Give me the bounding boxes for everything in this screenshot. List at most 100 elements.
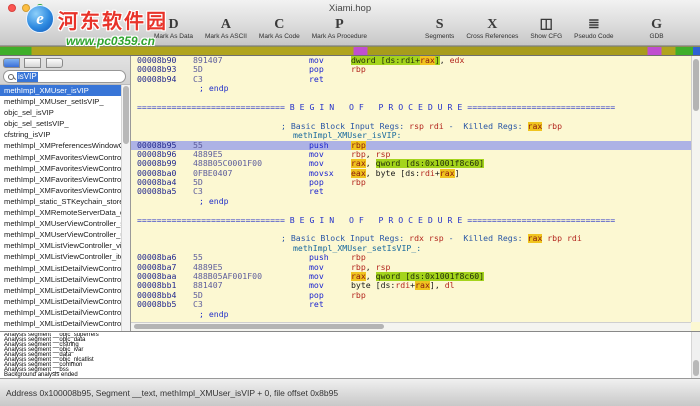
- asm-line-code[interactable]: 00008b99 488B05C0001F00 mov rax, qword [ds:…: [131, 159, 691, 169]
- close-button[interactable]: [8, 4, 16, 12]
- asm-line-code[interactable]: 00008ba7 4889E5 mov rbp, rsp: [131, 263, 691, 272]
- mark-as-ascii-button[interactable]: A Mark As ASCII: [199, 16, 253, 40]
- minimize-button[interactable]: [22, 4, 30, 12]
- analysis-log: Analysis segment __objc_superrefs Analysi…: [0, 331, 700, 378]
- sidebar-filter-segments: [0, 56, 130, 69]
- asm-bytes: 4889E5: [193, 149, 223, 159]
- asm-line-code[interactable]: 00008ba0 0FBE0407 movsx eax, byte [ds:rdi+r…: [131, 168, 691, 178]
- asm-line-code[interactable]: 00008ba4 5D pop rbp: [131, 178, 691, 187]
- asm-line-sep[interactable]: ============================== B E G I N…: [131, 103, 691, 112]
- asm-operand: rbp: [351, 140, 366, 150]
- list-item[interactable]: methImpl_XMListDetailViewController_up..…: [0, 285, 121, 296]
- asm-line-code[interactable]: 00008bb5 C3 ret: [131, 300, 691, 309]
- list-item[interactable]: methImpl_XMListDetailViewController_...: [0, 318, 121, 329]
- list-item[interactable]: methImpl_XMListDetailViewController_vi..…: [0, 263, 121, 274]
- sidebar-header: isVIP: [0, 56, 130, 85]
- asm-bytes: 488B05AF001F00: [193, 271, 263, 281]
- log-scrollbar-thumb[interactable]: [693, 360, 699, 376]
- list-item[interactable]: methImpl_XMFavoritesViewController_vi...: [0, 152, 121, 163]
- list-item[interactable]: methImpl_XMUser_setIsVIP_: [0, 96, 121, 107]
- list-item[interactable]: methImpl_XMRemoteServerData_descrip...: [0, 207, 121, 218]
- assembly-horizontal-scrollbar[interactable]: [131, 322, 691, 331]
- mark-as-code-button[interactable]: C Mark As Code: [253, 16, 306, 40]
- asm-comment-token: rdi: [566, 234, 582, 244]
- list-item[interactable]: methImpl_XMListDetailViewController_ite.…: [0, 307, 121, 318]
- mark-as-data-label: Mark As Data: [154, 33, 194, 40]
- asm-line-code[interactable]: 00008b93 5D pop rbp: [131, 65, 691, 74]
- asm-line-code[interactable]: 00008bb4 5D pop rbp: [131, 291, 691, 300]
- asm-line-sep[interactable]: ============================== B E G I N…: [131, 216, 691, 225]
- asm-line-label[interactable]: methImpl_XMUser_setIsVIP_:: [131, 244, 691, 253]
- asm-line-code[interactable]: 00008bb1 881407 mov byte [ds:rdi+rax], dl: [131, 281, 691, 291]
- asm-address: 00008ba6: [137, 253, 177, 263]
- asm-operand: edx: [449, 56, 465, 65]
- asm-bytes: 55: [193, 253, 203, 263]
- pseudo-code-button[interactable]: ≣ Pseudo Code: [568, 16, 619, 40]
- asm-address: 00008ba5: [137, 187, 177, 197]
- asm-address: 00008ba7: [137, 262, 177, 272]
- list-item[interactable]: methImpl_XMFavoritesViewController_ce...: [0, 185, 121, 196]
- asm-line-code[interactable]: 00008baa 488B05AF001F00 mov rax, qword [ds:…: [131, 271, 691, 281]
- zoom-button[interactable]: [36, 4, 44, 12]
- asm-line-endp[interactable]: ; endp: [131, 310, 691, 319]
- list-item[interactable]: methImpl_XMUser_isVIP: [0, 85, 121, 97]
- asm-line-code[interactable]: 00008b94 C3 ret: [131, 75, 691, 84]
- filter-segment-strings[interactable]: [24, 58, 42, 68]
- cross-references-button[interactable]: X Cross References: [460, 16, 524, 40]
- log-lines: Analysis segment __objc_superrefs Analysi…: [0, 333, 691, 378]
- list-item[interactable]: methImpl_XMFavoritesViewController_up...: [0, 174, 121, 185]
- asm-line-code[interactable]: 00008ba6 55 push rbp: [131, 253, 691, 262]
- search-value: isVIP: [17, 71, 38, 82]
- list-item[interactable]: methImpl_XMPreferencesWindowControll...: [0, 140, 121, 151]
- assembly-vscroll-thumb[interactable]: [693, 59, 699, 111]
- asm-operand: rbp: [351, 149, 366, 159]
- mark-as-ascii-label: Mark As ASCII: [205, 33, 247, 40]
- asm-comment-token: rdi: [428, 121, 444, 131]
- asm-line-code[interactable]: 00008ba5 C3 ret: [131, 187, 691, 196]
- asm-operand: ,: [365, 159, 376, 169]
- asm-operand: ,: [439, 56, 450, 65]
- list-item[interactable]: methImpl_XMFavoritesViewController_se...: [0, 163, 121, 174]
- asm-line-comment[interactable]: ; Basic Block Input Regs: rsp rdi - Kill…: [131, 121, 691, 131]
- search-input[interactable]: isVIP: [3, 70, 126, 83]
- assembly-hscroll-thumb[interactable]: [134, 324, 384, 329]
- asm-line-label[interactable]: methImpl_XMUser_isVIP:: [131, 131, 691, 140]
- asm-line-code[interactable]: 00008b90 891407 mov dword [ds:rdi+rax], edx: [131, 56, 691, 65]
- asm-line-comment[interactable]: ; Basic Block Input Regs: rdx rsp - Kill…: [131, 234, 691, 244]
- list-item[interactable]: methImpl_XMListViewController_itemList..…: [0, 251, 121, 262]
- list-item[interactable]: objc_sel_setIsVIP_: [0, 118, 121, 129]
- asm-line-code[interactable]: 00008b96 4889E5 mov rbp, rsp: [131, 150, 691, 159]
- list-item[interactable]: methImpl_XMListDetailViewController_ce..…: [0, 296, 121, 307]
- log-scrollbar[interactable]: [691, 332, 700, 378]
- list-item[interactable]: methImpl_static_STKeychain_storeUser...: [0, 196, 121, 207]
- list-item[interactable]: methImpl_XMUserViewController_setting...: [0, 218, 121, 229]
- asm-mnemonic: mov: [309, 149, 324, 159]
- segments-button[interactable]: S Segments: [419, 16, 460, 40]
- asm-line-endp[interactable]: ; endp: [131, 197, 691, 206]
- list-item[interactable]: methImpl_XMUserViewController_update...: [0, 229, 121, 240]
- asm-operand: byte [ds:: [351, 281, 396, 291]
- gdb-label: GDB: [649, 33, 664, 40]
- list-item[interactable]: methImpl_XMListDetailViewController_se..…: [0, 274, 121, 285]
- asm-operand: ,: [365, 149, 376, 159]
- asm-bytes: 55: [193, 140, 203, 150]
- asm-operand: rdi: [420, 168, 435, 178]
- list-item[interactable]: cfstring_isVIP: [0, 129, 121, 140]
- filter-segment-labels[interactable]: [3, 58, 20, 68]
- show-cfg-button[interactable]: ◫ Show CFG: [524, 16, 568, 40]
- sidebar-scrollbar[interactable]: [121, 85, 130, 331]
- asm-operand: ,: [365, 168, 376, 178]
- list-item[interactable]: objc_sel_isVIP: [0, 107, 121, 118]
- asm-line-code[interactable]: 00008b95 55 push rbp: [131, 140, 691, 150]
- list-item[interactable]: methImpl_XMListViewController_viewDid...: [0, 240, 121, 251]
- segment-navigation-bar[interactable]: [0, 46, 700, 56]
- gdb-button[interactable]: G GDB: [644, 16, 670, 40]
- sidebar-scrollbar-thumb[interactable]: [123, 86, 129, 144]
- mark-as-data-button[interactable]: D Mark As Data: [148, 16, 199, 40]
- mark-as-code-label: Mark As Code: [258, 33, 300, 40]
- filter-segment-other[interactable]: [45, 58, 63, 68]
- asm-line-endp[interactable]: ; endp: [131, 84, 691, 93]
- assembly-vertical-scrollbar[interactable]: [691, 56, 700, 322]
- asm-comment-token: rbp: [547, 234, 563, 244]
- mark-as-procedure-button[interactable]: P Mark As Procedure: [306, 16, 373, 40]
